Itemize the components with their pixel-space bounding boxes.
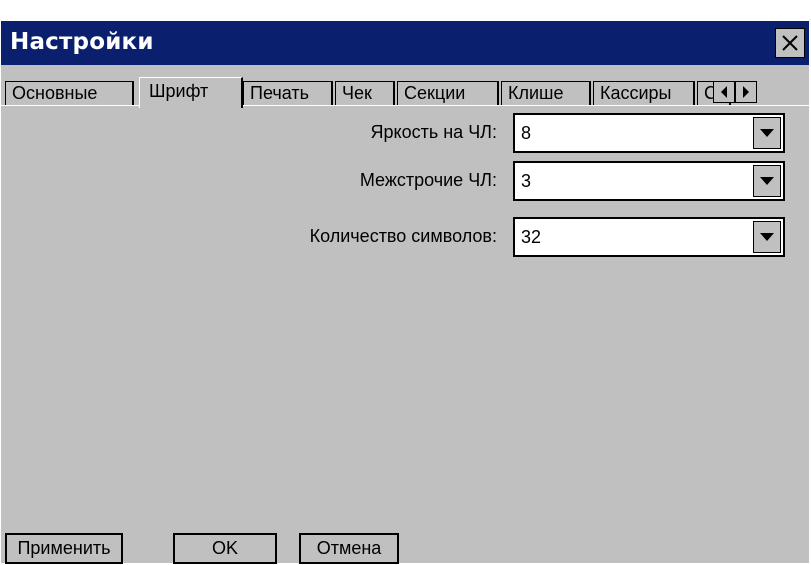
tab-cliche[interactable]: Клише	[501, 81, 591, 105]
close-button[interactable]	[775, 28, 805, 58]
tab-label: Чек	[342, 83, 372, 103]
char-count-row: Количество символов: 32	[1, 217, 809, 257]
tab-divider	[1, 105, 809, 106]
brightness-value: 8	[521, 123, 532, 143]
title-bar: Настройки	[1, 21, 809, 65]
tab-scroll-left-button[interactable]	[713, 81, 735, 103]
tab-font[interactable]: Шрифт	[139, 77, 243, 108]
cancel-button[interactable]: Отмена	[299, 533, 399, 564]
tab-label: Основные	[12, 83, 98, 103]
tab-scroll-right-button[interactable]	[735, 81, 757, 103]
tab-sections[interactable]: Секции	[397, 81, 499, 105]
close-icon	[782, 35, 798, 51]
tab-label: Печать	[250, 83, 309, 103]
line-spacing-value: 3	[521, 171, 532, 191]
char-count-value: 32	[521, 227, 542, 247]
tab-label: Клише	[508, 83, 564, 103]
tab-label: Кассиры	[600, 83, 672, 103]
window-title: Настройки	[10, 29, 154, 55]
brightness-label: Яркость на ЧЛ:	[370, 122, 497, 142]
ok-button[interactable]: OK	[173, 533, 277, 564]
arrow-left-icon	[721, 86, 727, 98]
arrow-right-icon	[743, 86, 749, 98]
apply-button[interactable]: Применить	[5, 533, 123, 564]
chevron-down-icon	[760, 233, 774, 241]
tab-print[interactable]: Печать	[243, 81, 333, 105]
tab-cashiers[interactable]: Кассиры	[593, 81, 695, 105]
tab-receipt[interactable]: Чек	[335, 81, 395, 105]
brightness-dropdown-button[interactable]	[753, 117, 781, 149]
brightness-row: Яркость на ЧЛ: 8	[1, 113, 809, 153]
line-spacing-select[interactable]: 3	[513, 161, 785, 201]
tab-label: Секции	[404, 83, 466, 103]
char-count-select[interactable]: 32	[513, 217, 785, 257]
tab-label: Шрифт	[149, 81, 209, 101]
chevron-down-icon	[760, 129, 774, 137]
line-spacing-dropdown-button[interactable]	[753, 165, 781, 197]
settings-window: Настройки Основные Шрифт Печать Чек Секц…	[1, 21, 809, 564]
chevron-down-icon	[760, 177, 774, 185]
line-spacing-row: Межстрочие ЧЛ: 3	[1, 161, 809, 201]
char-count-label: Количество символов:	[309, 226, 497, 246]
tab-main[interactable]: Основные	[5, 81, 134, 105]
char-count-dropdown-button[interactable]	[753, 221, 781, 253]
line-spacing-label: Межстрочие ЧЛ:	[359, 170, 497, 190]
brightness-select[interactable]: 8	[513, 113, 785, 153]
